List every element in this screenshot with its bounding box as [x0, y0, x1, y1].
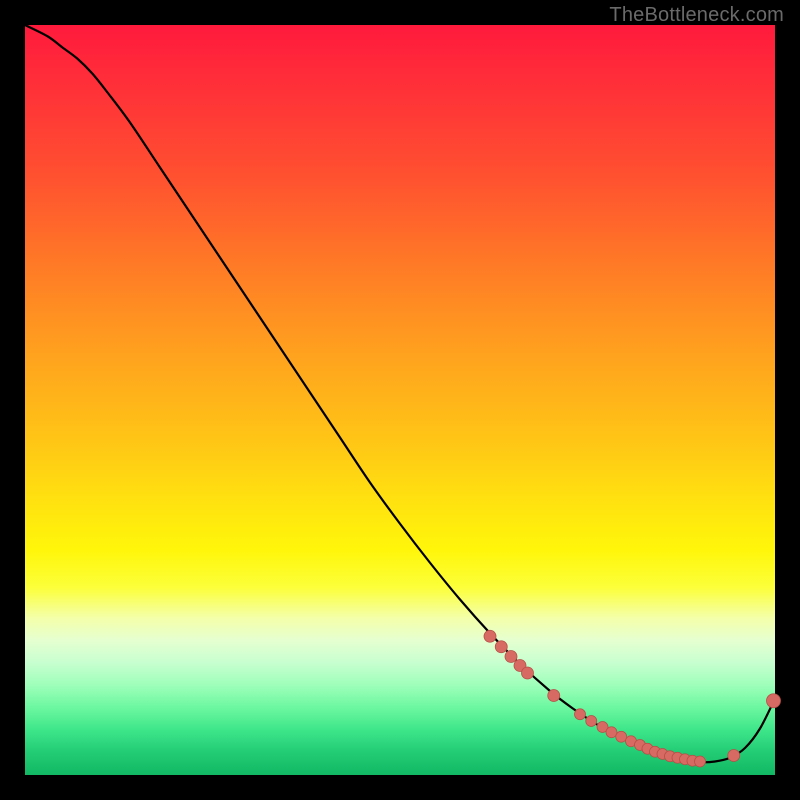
- plot-area: [25, 25, 775, 775]
- data-point: [522, 667, 534, 679]
- chart-container: TheBottleneck.com: [0, 0, 800, 800]
- data-point: [767, 694, 781, 708]
- data-point: [548, 690, 560, 702]
- data-point: [616, 731, 627, 742]
- data-point: [728, 750, 740, 762]
- data-point: [505, 651, 517, 663]
- data-point: [575, 709, 586, 720]
- data-point: [495, 641, 507, 653]
- data-point: [606, 727, 617, 738]
- data-point: [484, 630, 496, 642]
- data-point: [695, 756, 706, 767]
- chart-svg: [25, 25, 775, 775]
- highlight-points: [484, 630, 781, 767]
- attribution-text: TheBottleneck.com: [609, 4, 784, 27]
- bottleneck-curve: [25, 25, 775, 762]
- data-point: [586, 716, 597, 727]
